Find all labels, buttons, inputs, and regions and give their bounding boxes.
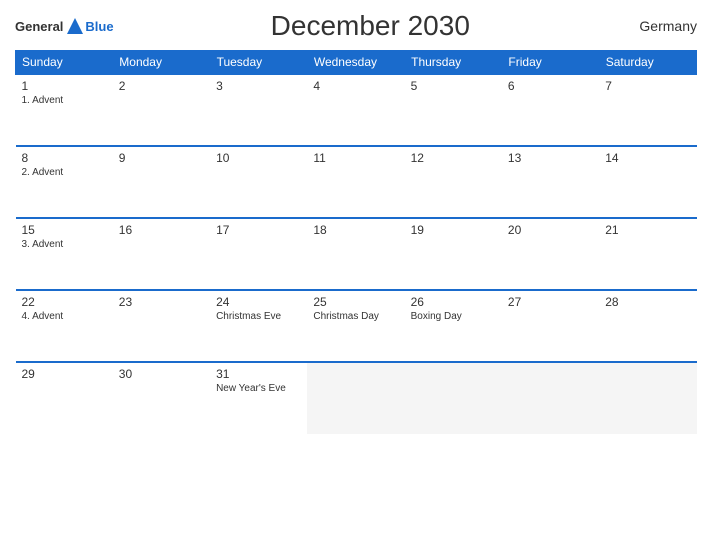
- day-cell: 3: [210, 74, 307, 146]
- day-cell: 15 3. Advent: [16, 218, 113, 290]
- day-event: Christmas Day: [313, 311, 398, 322]
- day-number: 26: [411, 295, 496, 309]
- logo-blue-text: Blue: [85, 19, 113, 34]
- day-cell: 9: [113, 146, 210, 218]
- logo-icon: [65, 16, 85, 36]
- day-cell: 23: [113, 290, 210, 362]
- day-number: 19: [411, 223, 496, 237]
- day-number: 17: [216, 223, 301, 237]
- day-number: 28: [605, 295, 690, 309]
- logo: General Blue: [15, 16, 114, 36]
- day-cell: [405, 362, 502, 434]
- day-cell: 27: [502, 290, 599, 362]
- day-number: 23: [119, 295, 204, 309]
- weekday-header-saturday: Saturday: [599, 51, 696, 75]
- day-number: 30: [119, 367, 204, 381]
- day-number: 3: [216, 79, 301, 93]
- day-number: 25: [313, 295, 398, 309]
- day-event: 4. Advent: [22, 311, 107, 322]
- day-cell: 8 2. Advent: [16, 146, 113, 218]
- day-number: 5: [411, 79, 496, 93]
- day-event: 2. Advent: [22, 167, 107, 178]
- day-number: 29: [22, 367, 107, 381]
- month-title: December 2030: [114, 10, 627, 42]
- day-event: Christmas Eve: [216, 311, 301, 322]
- weekday-header-row: SundayMondayTuesdayWednesdayThursdayFrid…: [16, 51, 697, 75]
- day-cell: 21: [599, 218, 696, 290]
- day-number: 8: [22, 151, 107, 165]
- day-cell: 26 Boxing Day: [405, 290, 502, 362]
- day-cell: 31 New Year's Eve: [210, 362, 307, 434]
- day-cell: 18: [307, 218, 404, 290]
- day-number: 13: [508, 151, 593, 165]
- day-cell: 19: [405, 218, 502, 290]
- day-cell: 24 Christmas Eve: [210, 290, 307, 362]
- day-number: 1: [22, 79, 107, 93]
- day-cell: 25 Christmas Day: [307, 290, 404, 362]
- day-cell: 11: [307, 146, 404, 218]
- day-number: 27: [508, 295, 593, 309]
- day-number: 4: [313, 79, 398, 93]
- day-number: 24: [216, 295, 301, 309]
- calendar-table: SundayMondayTuesdayWednesdayThursdayFrid…: [15, 50, 697, 434]
- day-cell: 20: [502, 218, 599, 290]
- day-number: 9: [119, 151, 204, 165]
- week-row-5: 29 30 31 New Year's Eve: [16, 362, 697, 434]
- week-row-1: 1 1. Advent 234567: [16, 74, 697, 146]
- weekday-header-wednesday: Wednesday: [307, 51, 404, 75]
- day-number: 11: [313, 151, 398, 165]
- weekday-header-sunday: Sunday: [16, 51, 113, 75]
- day-number: 14: [605, 151, 690, 165]
- day-cell: 4: [307, 74, 404, 146]
- day-number: 15: [22, 223, 107, 237]
- day-cell: 7: [599, 74, 696, 146]
- day-cell: 17: [210, 218, 307, 290]
- day-number: 18: [313, 223, 398, 237]
- day-number: 21: [605, 223, 690, 237]
- day-cell: 30: [113, 362, 210, 434]
- weekday-header-tuesday: Tuesday: [210, 51, 307, 75]
- day-number: 20: [508, 223, 593, 237]
- day-number: 6: [508, 79, 593, 93]
- day-event: 3. Advent: [22, 239, 107, 250]
- day-number: 22: [22, 295, 107, 309]
- day-cell: 16: [113, 218, 210, 290]
- day-cell: 13: [502, 146, 599, 218]
- day-number: 7: [605, 79, 690, 93]
- calendar-page: General Blue December 2030 Germany Sunda…: [0, 0, 712, 550]
- day-cell: 22 4. Advent: [16, 290, 113, 362]
- week-row-4: 22 4. Advent 23 24 Christmas Eve 25 Christmas …: [16, 290, 697, 362]
- weekday-header-friday: Friday: [502, 51, 599, 75]
- week-row-3: 15 3. Advent 16 17 18 19 20 21: [16, 218, 697, 290]
- day-number: 12: [411, 151, 496, 165]
- day-cell: 6: [502, 74, 599, 146]
- header: General Blue December 2030 Germany: [15, 10, 697, 42]
- day-event: New Year's Eve: [216, 383, 301, 394]
- day-event: 1. Advent: [22, 95, 107, 106]
- week-row-2: 8 2. Advent 9 10 11 12 13 14: [16, 146, 697, 218]
- day-cell: 5: [405, 74, 502, 146]
- day-cell: [599, 362, 696, 434]
- day-number: 31: [216, 367, 301, 381]
- day-event: Boxing Day: [411, 311, 496, 322]
- weekday-header-thursday: Thursday: [405, 51, 502, 75]
- day-cell: [502, 362, 599, 434]
- logo-general-text: General: [15, 19, 63, 34]
- day-cell: 29: [16, 362, 113, 434]
- day-cell: 12: [405, 146, 502, 218]
- day-number: 10: [216, 151, 301, 165]
- day-cell: 10: [210, 146, 307, 218]
- day-number: 2: [119, 79, 204, 93]
- day-cell: 28: [599, 290, 696, 362]
- day-cell: 14: [599, 146, 696, 218]
- day-number: 16: [119, 223, 204, 237]
- day-cell: 2: [113, 74, 210, 146]
- day-cell: 1 1. Advent: [16, 74, 113, 146]
- day-cell: [307, 362, 404, 434]
- country-label: Germany: [627, 18, 697, 34]
- weekday-header-monday: Monday: [113, 51, 210, 75]
